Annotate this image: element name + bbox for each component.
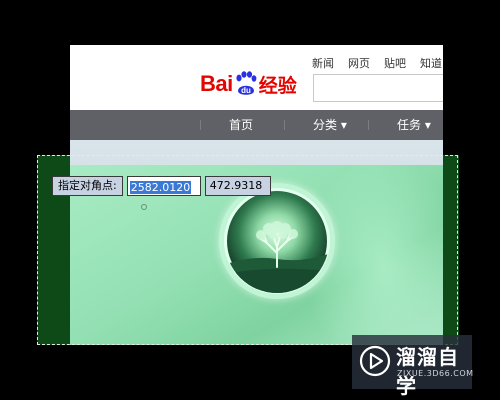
main-nav: 首页 分类 ▾ 任务 ▾	[70, 110, 443, 140]
top-link-news[interactable]: 新闻	[312, 55, 334, 71]
nav-divider	[368, 120, 369, 130]
top-link-web[interactable]: 网页	[348, 55, 370, 71]
watermark-url: ZIXUE.3D66.COM	[397, 369, 474, 378]
top-link-zhidao[interactable]: 知道	[420, 55, 442, 71]
x-coordinate-input[interactable]: 2582.0120	[126, 176, 201, 196]
nav-item-tasks[interactable]: 任务 ▾	[397, 110, 431, 140]
nav-item-category[interactable]: 分类 ▾	[313, 110, 347, 140]
top-links: 新闻 网页 贴吧 知道	[312, 55, 442, 71]
y-coordinate-input[interactable]: 472.9318	[204, 176, 271, 196]
cursor-icon	[141, 204, 147, 210]
coordinate-prompt: 指定对角点: 2582.0120 472.9318	[52, 176, 271, 196]
svg-text:du: du	[241, 86, 251, 95]
prompt-label: 指定对角点:	[52, 176, 123, 196]
nav-divider	[284, 120, 285, 130]
play-logo-icon	[359, 345, 391, 377]
watermark: 溜溜自学 ZIXUE.3D66.COM	[352, 335, 474, 398]
baidu-jingyan-logo[interactable]: Bai du 经验	[200, 69, 297, 99]
nav-item-home[interactable]: 首页	[229, 110, 253, 140]
top-link-tieba[interactable]: 贴吧	[384, 55, 406, 71]
nav-divider	[200, 120, 201, 130]
paw-icon: du	[234, 71, 258, 97]
search-input[interactable]	[313, 74, 443, 102]
